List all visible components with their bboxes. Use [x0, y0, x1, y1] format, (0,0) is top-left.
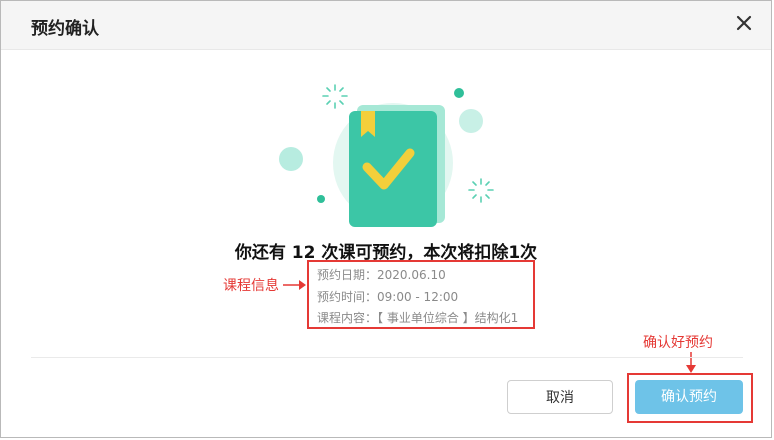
- course-content-row: 课程内容：【 事业单位综合 】结构化1: [317, 309, 518, 326]
- booking-time-row: 预约时间：09:00 - 12:00: [317, 288, 458, 305]
- footer-divider: [31, 357, 743, 358]
- course-content-label: 课程内容：: [317, 311, 378, 325]
- booking-date-row: 预约日期：2020.06.10: [317, 266, 446, 283]
- booking-date-value: 2020.06.10: [377, 268, 446, 282]
- dialog-header: 预约确认: [1, 1, 771, 50]
- course-info-arrow: [283, 280, 306, 290]
- course-content-value: 【 事业单位综合 】结构化1: [377, 311, 519, 325]
- cancel-button[interactable]: 取消: [507, 380, 613, 414]
- book-check-icon: [279, 84, 494, 227]
- confirm-arrow: [686, 352, 696, 373]
- course-info-annotation: 课程信息: [223, 278, 279, 294]
- confirm-booking-button[interactable]: 确认预约: [635, 380, 743, 414]
- booking-time-label: 预约时间：: [317, 290, 378, 304]
- booking-date-label: 预约日期：: [317, 268, 378, 282]
- booking-confirm-dialog: 预约确认 你还有 12 次课可预约，本次将扣除1次 预约日期：2020.06.1…: [0, 0, 772, 438]
- close-icon[interactable]: [735, 14, 753, 32]
- confirm-annotation: 确认好预约: [643, 335, 713, 351]
- booking-time-value: 09:00 - 12:00: [377, 290, 459, 304]
- dialog-title: 预约确认: [31, 19, 99, 39]
- course-info-box: 预约日期：2020.06.10 预约时间：09:00 - 12:00 课程内容：…: [307, 260, 535, 329]
